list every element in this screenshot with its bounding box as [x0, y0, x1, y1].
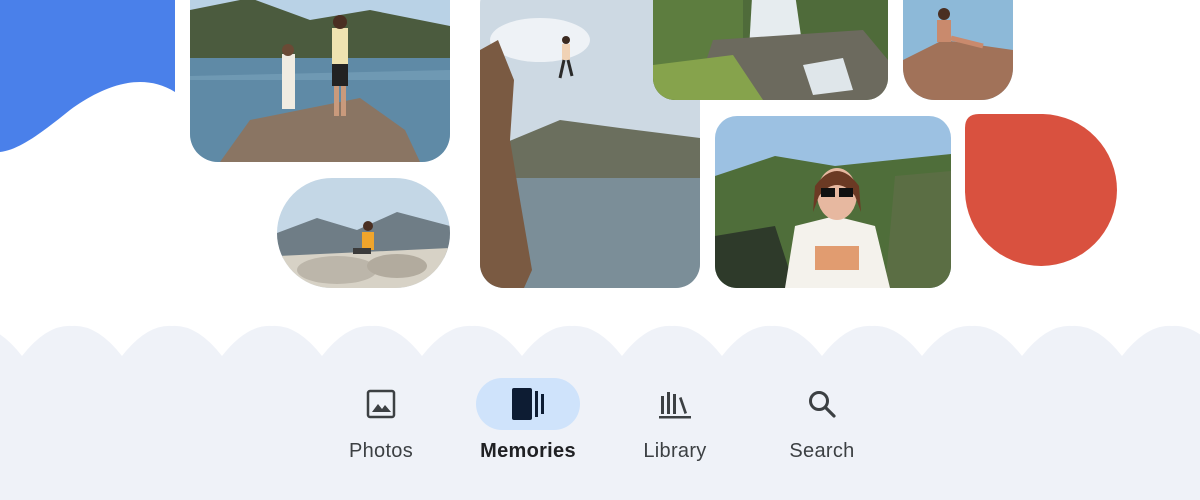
- nav-label-search: Search: [789, 440, 855, 462]
- nav-pill-photos: [329, 378, 433, 430]
- nav-label-photos: Photos: [348, 440, 414, 462]
- nav-pill-search: [770, 378, 874, 430]
- search-icon: [809, 391, 836, 418]
- bottom-navigation-bar: [0, 320, 1200, 500]
- blue-wave-shape: [0, 0, 175, 152]
- photo-waterfall[interactable]: [653, 0, 888, 100]
- nav-item-library[interactable]: Library: [605, 378, 745, 468]
- photo-lake-two-hikers[interactable]: [190, 0, 450, 162]
- red-drop-shape: [965, 114, 1117, 266]
- nav-item-memories[interactable]: Memories: [458, 378, 598, 468]
- photo-woman-sunglasses[interactable]: [715, 116, 951, 288]
- wave-edge: [0, 325, 1200, 500]
- photo-man-sitting-rocks[interactable]: [277, 178, 450, 288]
- library-icon: [659, 392, 691, 419]
- nav-pill-library: [623, 378, 727, 430]
- nav-item-photos[interactable]: Photos: [311, 378, 451, 468]
- nav-label-library: Library: [643, 440, 707, 462]
- nav-pill-memories: [476, 378, 580, 430]
- photo-icon: [366, 389, 396, 419]
- photo-woman-on-rock[interactable]: [903, 0, 1013, 100]
- nav-item-search[interactable]: Search: [752, 378, 892, 468]
- memories-icon: [512, 388, 544, 420]
- nav-label-memories: Memories: [480, 440, 576, 462]
